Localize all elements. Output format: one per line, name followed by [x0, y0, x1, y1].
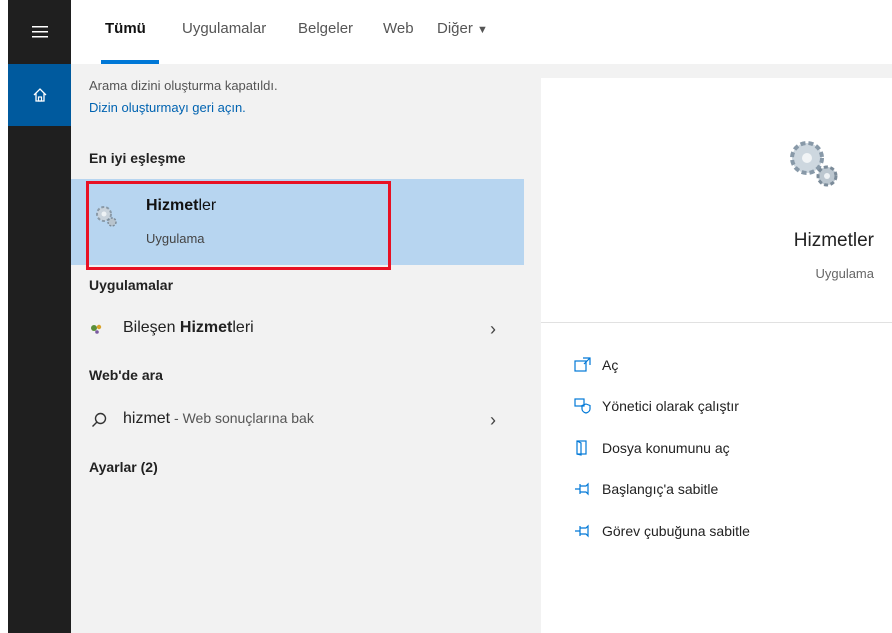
action-pin-to-start[interactable]: Başlangıç'a sabitle [574, 477, 718, 501]
hamburger-menu-button[interactable] [8, 8, 71, 56]
chevron-right-icon[interactable]: › [490, 410, 496, 431]
action-pin-to-start-label: Başlangıç'a sabitle [602, 481, 719, 497]
web-search-query: hizmet [123, 410, 171, 427]
settings-heading[interactable]: Ayarlar (2) [89, 459, 158, 475]
preview-subtitle: Uygulama [815, 266, 874, 281]
component-services-bold: Hizmet [179, 319, 233, 336]
component-services-label: Bileşen Hizmetleri [123, 319, 254, 337]
action-run-as-admin-label: Yönetici olarak çalıştır [602, 398, 739, 414]
action-open-file-location-label: Dosya konumunu aç [602, 440, 730, 456]
list-item-web-search[interactable]: hizmet - Web sonuçlarına bak › [71, 400, 524, 440]
tab-apps[interactable]: Uygulamalar [182, 20, 266, 37]
tab-documents[interactable]: Belgeler [298, 20, 353, 37]
apps-heading: Uygulamalar [89, 277, 174, 293]
chevron-down-icon: ▼ [477, 24, 488, 36]
index-notice: Arama dizini oluşturma kapatıldı. [89, 78, 278, 93]
results-pane: Arama dizini oluşturma kapatıldı. Dizin … [71, 64, 524, 633]
hamburger-icon [31, 26, 48, 38]
pin-icon [574, 524, 602, 538]
component-services-suffix: leri [232, 319, 254, 336]
component-services-prefix: Bileşen [123, 319, 180, 336]
left-rail [8, 0, 71, 633]
filter-tabs: Tümü Uygulamalar Belgeler Web Diğer ▼ [71, 0, 892, 65]
action-open-file-location[interactable]: Dosya konumunu aç [574, 436, 730, 460]
tab-web[interactable]: Web [383, 20, 414, 37]
open-icon [574, 357, 602, 373]
web-search-label: hizmet - Web sonuçlarına bak [123, 410, 314, 428]
web-search-heading: Web'de ara [89, 367, 163, 383]
tab-more-label: Diğer [437, 20, 473, 37]
preview-pane: Hizmetler Uygulama Aç Yönetici olarak ça… [524, 64, 892, 633]
preview-card: Hizmetler Uygulama Aç Yönetici olarak ça… [541, 78, 892, 633]
pin-icon [574, 482, 602, 496]
highlight-box [86, 181, 391, 270]
best-match-heading: En iyi eşleşme [89, 150, 186, 166]
component-services-icon [91, 324, 102, 334]
tab-all[interactable]: Tümü [105, 20, 146, 37]
search-icon [92, 412, 107, 427]
list-item-component-services[interactable]: Bileşen Hizmetleri › [71, 309, 524, 349]
action-pin-to-taskbar-label: Görev çubuğuna sabitle [602, 523, 750, 539]
preview-title: Hizmetler [793, 230, 874, 251]
home-button[interactable] [8, 64, 71, 126]
action-open[interactable]: Aç [574, 353, 618, 377]
file-location-icon [574, 440, 602, 456]
home-icon [33, 88, 46, 102]
services-gear-large-icon [790, 141, 838, 187]
action-open-label: Aç [602, 357, 619, 373]
tab-more[interactable]: Diğer ▼ [437, 20, 488, 37]
web-search-suffix: - Web sonuçlarına bak [170, 410, 314, 426]
action-run-as-admin[interactable]: Yönetici olarak çalıştır [574, 394, 739, 418]
reenable-index-link[interactable]: Dizin oluşturmayı geri açın. [89, 100, 246, 115]
shield-icon [574, 398, 602, 414]
action-pin-to-taskbar[interactable]: Görev çubuğuna sabitle [574, 519, 750, 543]
chevron-right-icon[interactable]: › [490, 319, 496, 340]
divider [541, 322, 892, 323]
